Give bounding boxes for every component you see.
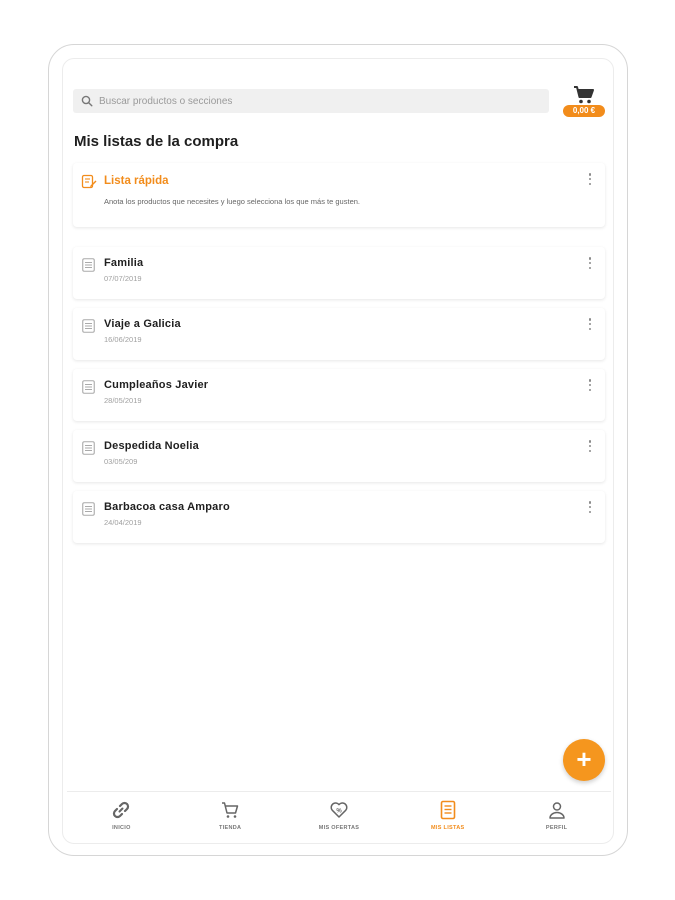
list-doc-icon	[82, 258, 95, 272]
nav-label: MIS OFERTAS	[318, 825, 360, 831]
list-doc-icon	[82, 319, 95, 333]
quick-list-card[interactable]: Lista rápida Anota los productos que nec…	[73, 163, 605, 227]
plus-icon: +	[576, 744, 592, 774]
list-icon	[440, 800, 456, 820]
quick-list-title: Lista rápida	[104, 175, 169, 187]
search-bar[interactable]	[73, 89, 549, 113]
link-icon	[113, 801, 130, 819]
nav-label: TIENDA	[219, 825, 242, 831]
nav-label: INICIO	[112, 825, 131, 831]
more-options-icon[interactable]	[585, 255, 595, 271]
add-list-button[interactable]: +	[563, 739, 605, 781]
list-doc-icon	[82, 502, 95, 516]
search-icon	[81, 95, 93, 107]
nav-item-tienda[interactable]: TIENDA	[176, 792, 285, 841]
page-title: Mis listas de la compra	[74, 133, 239, 150]
list-name: Barbacoa casa Amparo	[104, 501, 230, 513]
cart-icon	[222, 802, 239, 818]
list-name: Viaje a Galicia	[104, 318, 181, 330]
nav-item-mis-listas[interactable]: MIS LISTAS	[393, 792, 502, 841]
nav-label: MIS LISTAS	[431, 825, 465, 831]
app-screen: 0,00 € Mis listas de la compra Lista ráp…	[62, 58, 614, 844]
more-options-icon[interactable]	[585, 499, 595, 515]
list-name: Despedida Noelia	[104, 440, 199, 452]
nav-item-perfil[interactable]: PERFIL	[502, 792, 611, 841]
quick-list-icon	[81, 174, 97, 189]
cart-icon	[574, 86, 594, 104]
list-name: Cumpleaños Javier	[104, 379, 209, 391]
list-date: 16/06/2019	[104, 335, 142, 344]
cart-total-badge: 0,00 €	[563, 105, 605, 117]
list-date: 03/05/209	[104, 457, 138, 466]
more-options-icon[interactable]	[585, 377, 595, 393]
bottom-nav: INICIO TIENDA % MIS OFERTAS MIS LISTAS P…	[67, 791, 611, 841]
list-date: 24/04/2019	[104, 518, 142, 527]
list-date: 07/07/2019	[104, 274, 142, 283]
list-item[interactable]: Barbacoa casa Amparo 24/04/2019	[73, 491, 605, 543]
list-name: Familia	[104, 257, 144, 269]
search-input[interactable]	[99, 95, 519, 107]
nav-item-inicio[interactable]: INICIO	[67, 792, 176, 841]
list-item[interactable]: Cumpleaños Javier 28/05/2019	[73, 369, 605, 421]
list-item[interactable]: Despedida Noelia 03/05/209	[73, 430, 605, 482]
more-options-icon[interactable]	[585, 171, 595, 187]
list-date: 28/05/2019	[104, 396, 142, 405]
nav-item-mis-ofertas[interactable]: % MIS OFERTAS	[285, 792, 394, 841]
svg-text:%: %	[336, 809, 342, 815]
cart-button[interactable]: 0,00 €	[563, 85, 605, 119]
list-doc-icon	[82, 380, 95, 394]
list-item[interactable]: Viaje a Galicia 16/06/2019	[73, 308, 605, 360]
more-options-icon[interactable]	[585, 316, 595, 332]
list-item[interactable]: Familia 07/07/2019	[73, 247, 605, 299]
nav-label: PERFIL	[545, 825, 568, 831]
heart-icon: %	[330, 802, 348, 818]
quick-list-description: Anota los productos que necesites y lueg…	[104, 197, 360, 206]
user-icon	[548, 802, 565, 819]
list-doc-icon	[82, 441, 95, 455]
more-options-icon[interactable]	[585, 438, 595, 454]
